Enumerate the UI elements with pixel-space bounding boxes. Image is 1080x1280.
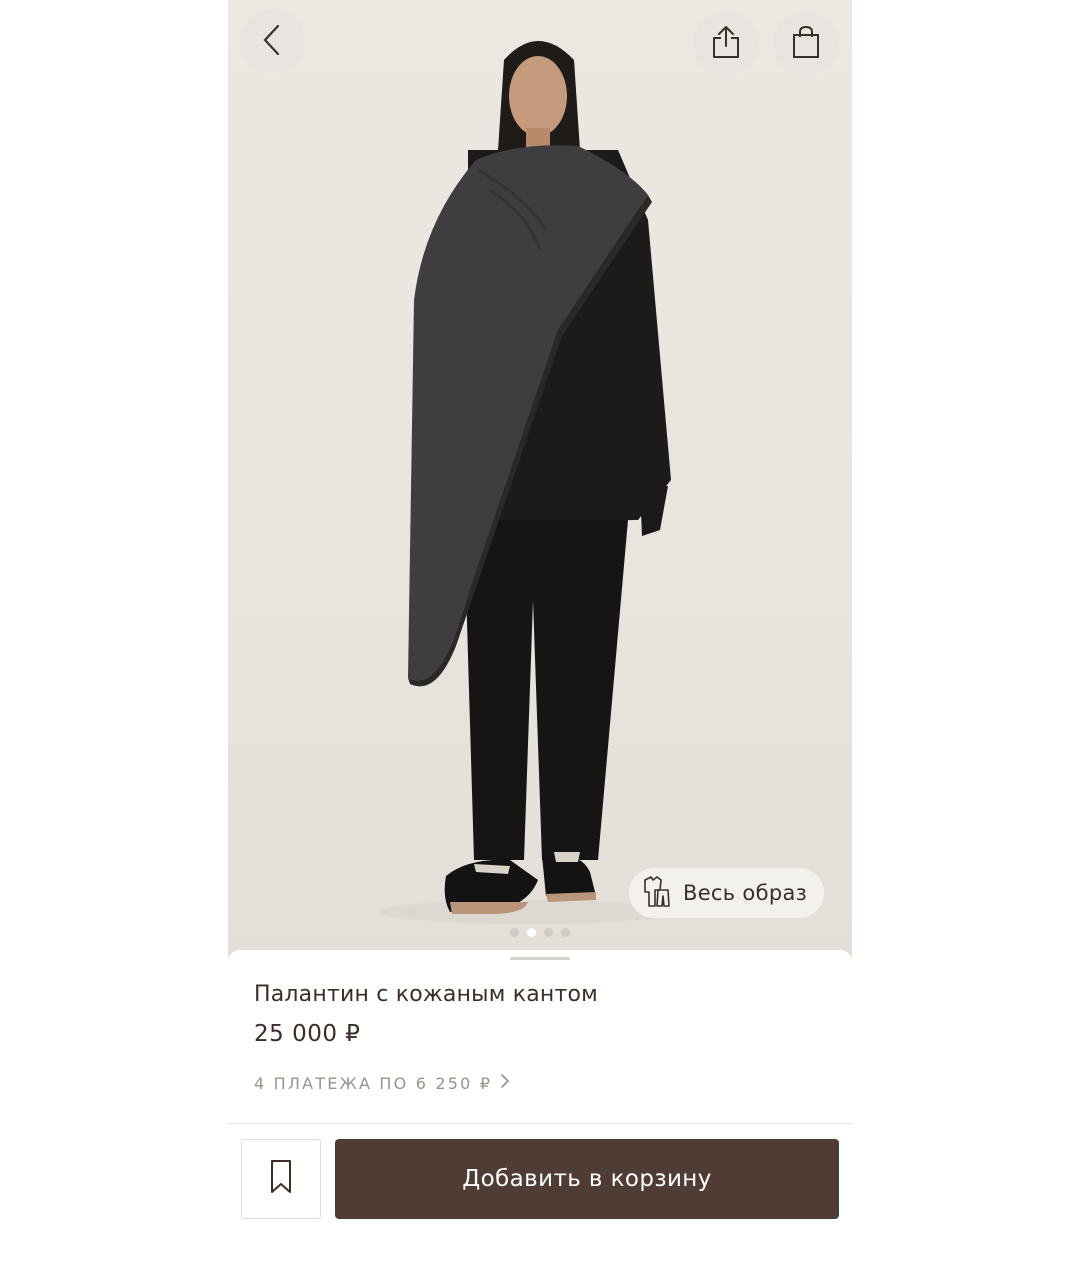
share-button[interactable] xyxy=(693,11,759,77)
gallery-pagination xyxy=(510,928,570,937)
chevron-left-icon xyxy=(260,23,286,61)
bookmark-icon xyxy=(269,1159,293,1199)
share-icon xyxy=(710,24,742,64)
installments-label: 4 ПЛАТЕЖА ПО 6 250 ₽ xyxy=(254,1073,493,1093)
add-to-cart-label: Добавить в корзину xyxy=(462,1166,712,1192)
back-button[interactable] xyxy=(240,9,306,75)
shopping-bag-icon xyxy=(791,24,821,64)
pagination-dot[interactable] xyxy=(561,928,570,937)
product-info-sheet: Палантин с кожаным кантом 25 000 ₽ 4 ПЛА… xyxy=(228,950,852,1280)
installments-link[interactable]: 4 ПЛАТЕЖА ПО 6 250 ₽ xyxy=(254,1073,510,1093)
full-look-label: Весь образ xyxy=(683,881,808,905)
full-look-button[interactable]: Весь образ xyxy=(629,868,824,918)
add-to-cart-button[interactable]: Добавить в корзину xyxy=(335,1139,839,1219)
product-image-gallery[interactable]: Весь образ xyxy=(228,0,852,962)
product-photo xyxy=(378,41,678,924)
product-page: Весь образ Палантин с кожаным кантом 25 … xyxy=(228,0,852,1280)
pagination-dot[interactable] xyxy=(544,928,553,937)
pagination-dot-active[interactable] xyxy=(527,928,536,937)
favorite-button[interactable] xyxy=(241,1139,321,1219)
divider xyxy=(228,1123,852,1124)
sheet-handle[interactable] xyxy=(510,957,570,960)
bag-button[interactable] xyxy=(773,11,839,77)
chevron-right-icon xyxy=(500,1073,510,1093)
product-price: 25 000 ₽ xyxy=(254,1021,361,1047)
outfit-icon xyxy=(641,874,671,912)
product-title: Палантин с кожаным кантом xyxy=(254,982,598,1007)
pagination-dot[interactable] xyxy=(510,928,519,937)
